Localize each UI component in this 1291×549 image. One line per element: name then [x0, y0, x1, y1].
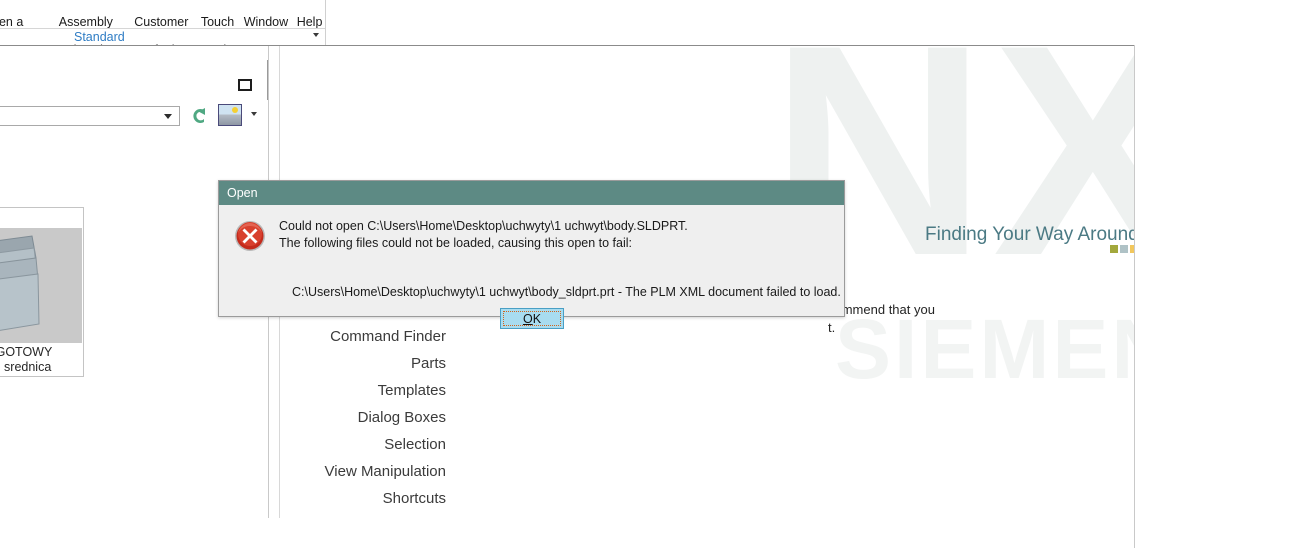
ribbon-group-footer	[0, 28, 326, 45]
error-x-icon	[235, 221, 265, 251]
dialog-title: Open	[219, 181, 844, 205]
ribbon-help-label: Help	[296, 15, 323, 29]
ribbon-open-recent-part-line1: pen a	[0, 15, 24, 29]
section-heading: Finding Your Way Around	[925, 224, 1134, 245]
ribbon-divider	[325, 0, 326, 45]
toolbar-divider	[267, 60, 268, 100]
ribbon-bar: pen a nt Part Assembly Load Options Cust…	[0, 0, 1135, 57]
piston-part-thumbnail[interactable]	[0, 228, 82, 343]
ok-accelerator: O	[522, 311, 533, 326]
chevron-down-icon[interactable]	[313, 33, 319, 37]
open-error-dialog: Open Could not open C:\Users\Home\Deskto…	[218, 180, 845, 329]
dialog-body: Could not open C:\Users\Home\Desktop\uch…	[219, 205, 844, 329]
ribbon-command-group: pen a nt Part Assembly Load Options Cust…	[0, 0, 325, 57]
picture-preview-icon[interactable]	[218, 104, 242, 126]
swatch-2	[1120, 245, 1128, 253]
recent-part-caption-line1: ALY GOTOWY	[0, 345, 53, 359]
ribbon-group-label-standard[interactable]: Standard	[74, 29, 125, 45]
chevron-down-icon[interactable]	[164, 114, 172, 119]
chevron-down-icon[interactable]	[251, 112, 257, 116]
ribbon-assembly-line1: Assembly	[58, 15, 113, 29]
single-window-icon[interactable]	[238, 79, 252, 91]
ok-label-rest: K	[532, 311, 542, 326]
back-arrow-icon[interactable]	[190, 106, 210, 126]
recent-part-caption: ALY GOTOWY ny ze srednica	[0, 345, 82, 375]
ok-button-label: OK	[503, 311, 561, 326]
sun-glyph	[232, 107, 238, 113]
heading-swatch-group	[1110, 245, 1134, 253]
dialog-detail-message: C:\Users\Home\Desktop\uchwyty\1 uchwyt\b…	[292, 285, 841, 299]
recent-part-caption-line2: ny ze srednica	[0, 360, 52, 374]
swatch-1	[1110, 245, 1118, 253]
ok-button[interactable]: OK	[500, 308, 564, 329]
window-right-edge	[1134, 45, 1135, 548]
ribbon-window-label: Window	[243, 15, 289, 29]
dialog-message: Could not open C:\Users\Home\Desktop\uch…	[279, 219, 688, 250]
search-combo-box[interactable]	[0, 106, 180, 126]
swatch-3	[1130, 245, 1134, 253]
ribbon-customer-line1: Customer	[134, 15, 189, 29]
ribbon-touch-line1: Touch	[200, 15, 235, 29]
